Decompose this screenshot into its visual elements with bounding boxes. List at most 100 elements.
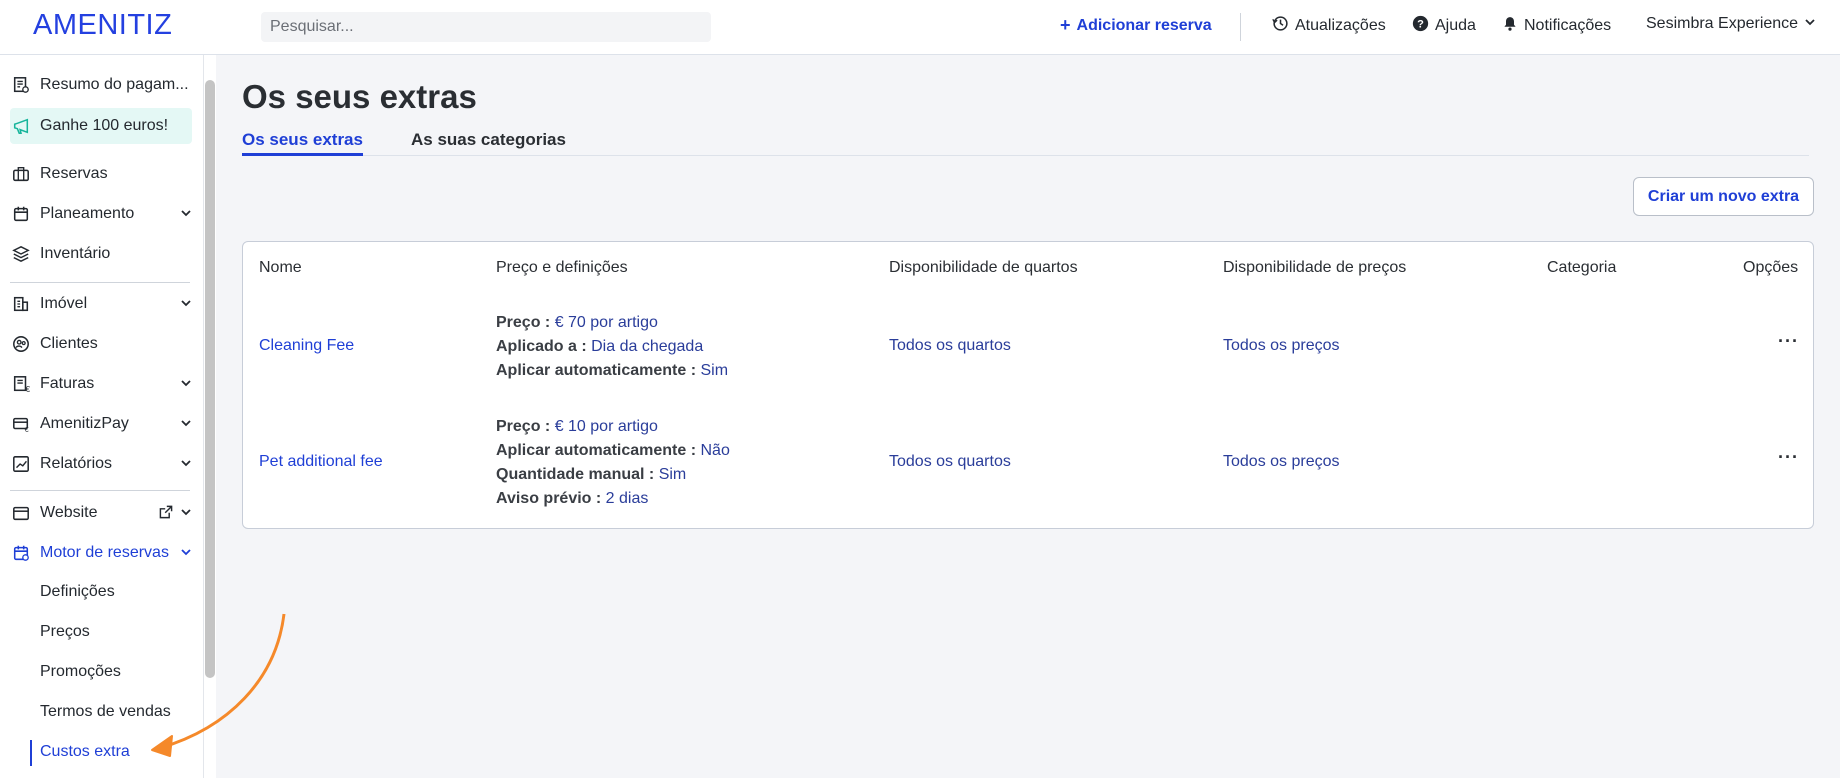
suitcase-icon (10, 165, 40, 183)
booking-engine-icon (10, 544, 40, 562)
chart-icon (10, 455, 40, 473)
room-availability: Todos os quartos (889, 337, 1011, 354)
sidebar-item-label: Imóvel (40, 295, 88, 312)
column-header-rates: Disponibilidade de preços (1223, 259, 1407, 276)
spec-line: Aviso prévio : 2 dias (496, 490, 649, 507)
spec-line: Aplicar automaticamente : Não (496, 442, 730, 459)
notifications-label: Notificações (1524, 17, 1612, 34)
updates-button[interactable]: Atualizações (1272, 15, 1386, 37)
sidebar-subitem-extra-costs[interactable]: Custos extra (40, 743, 130, 761)
sidebar-item-label: AmenitizPay (40, 415, 129, 432)
chevron-down-icon (180, 505, 192, 523)
chevron-down-icon (180, 206, 192, 224)
active-tab-indicator (242, 153, 363, 156)
sidebar-item-booking-engine[interactable]: Motor de reservas (10, 535, 192, 571)
more-options-icon[interactable]: ··· (1778, 447, 1799, 468)
spec-line: Quantidade manual : Sim (496, 466, 687, 483)
add-booking-button[interactable]: + Adicionar reserva (1060, 15, 1212, 36)
sidebar-item-clients[interactable]: Clientes (10, 326, 192, 362)
sidebar-item-property[interactable]: Imóvel (10, 286, 192, 322)
help-icon: ? (1412, 15, 1429, 37)
sidebar-item-label: Motor de reservas (40, 544, 169, 561)
brand-logo[interactable]: AMENITIZ (33, 9, 172, 42)
receipt-icon (10, 76, 40, 94)
sidebar-divider (10, 490, 190, 491)
sidebar-item-reports[interactable]: Relatórios (10, 446, 192, 482)
svg-text:€: € (25, 425, 29, 433)
sidebar-subitem-terms[interactable]: Termos de vendas (40, 703, 171, 721)
chevron-down-icon (180, 456, 192, 474)
extras-table (242, 241, 1814, 529)
chevron-down-icon (1804, 15, 1816, 33)
sidebar-item-label: Resumo do pagam... (40, 76, 189, 93)
sidebar-item-referral[interactable]: Ganhe 100 euros! (10, 108, 192, 144)
sidebar-divider (10, 282, 190, 283)
rate-availability: Todos os preços (1223, 337, 1340, 354)
sidebar-subitem-promotions[interactable]: Promoções (40, 663, 121, 681)
header-divider (1240, 13, 1241, 41)
column-header-category: Categoria (1547, 259, 1617, 276)
add-booking-label: Adicionar reserva (1076, 16, 1212, 34)
sidebar-item-label: Inventário (40, 245, 111, 262)
sidebar-item-bookings[interactable]: Reservas (10, 156, 192, 192)
help-label: Ajuda (1435, 17, 1476, 34)
rate-availability: Todos os preços (1223, 453, 1340, 470)
sidebar-item-label: Clientes (40, 335, 98, 352)
sidebar-item-invoices[interactable]: € Faturas (10, 366, 192, 402)
sidebar-item-label: Reservas (40, 165, 108, 182)
updates-label: Atualizações (1295, 17, 1386, 34)
room-availability: Todos os quartos (889, 453, 1011, 470)
card-icon: € (10, 415, 40, 433)
notifications-button[interactable]: Notificações (1502, 15, 1611, 37)
search-input[interactable] (261, 12, 711, 42)
chevron-down-icon (180, 416, 192, 434)
spec-line: Preço : € 70 por artigo (496, 314, 658, 331)
sidebar-subitem-settings[interactable]: Definições (40, 583, 115, 601)
external-link-icon[interactable] (158, 504, 174, 525)
column-header-name: Nome (259, 259, 302, 276)
calendar-icon (10, 205, 40, 223)
sidebar-item-payments[interactable]: Resumo do pagam... (10, 67, 192, 103)
chevron-down-icon (180, 296, 192, 314)
sidebar-item-label: Faturas (40, 375, 95, 392)
column-header-options: Opções (1743, 259, 1799, 276)
sidebar-item-label: Relatórios (40, 455, 113, 472)
tab-your-extras[interactable]: Os seus extras (242, 130, 363, 150)
extra-name-link[interactable]: Cleaning Fee (259, 337, 354, 355)
sidebar-item-website[interactable]: Website (10, 495, 192, 531)
tabs-baseline (242, 155, 1809, 156)
sidebar-subitem-prices[interactable]: Preços (40, 623, 90, 641)
sidebar-item-inventory[interactable]: Inventário (10, 236, 192, 272)
page-title: Os seus extras (242, 78, 477, 115)
invoice-icon: € (10, 375, 40, 393)
more-options-icon[interactable]: ··· (1778, 331, 1799, 352)
price-settings: Preço : € 70 por artigo Aplicado a : Dia… (496, 311, 728, 383)
column-header-rooms: Disponibilidade de quartos (889, 259, 1078, 276)
account-menu[interactable]: Sesimbra Experience (1646, 15, 1816, 33)
active-indicator (30, 740, 32, 766)
svg-text:?: ? (1417, 18, 1424, 30)
extra-name-link[interactable]: Pet additional fee (259, 453, 383, 471)
sidebar-scrollbar[interactable] (205, 80, 215, 678)
history-icon (1272, 15, 1289, 37)
sidebar-item-planning[interactable]: Planeamento (10, 196, 192, 232)
create-extra-button[interactable]: Criar um novo extra (1633, 177, 1814, 216)
sidebar-item-label: Ganhe 100 euros! (40, 117, 169, 134)
price-settings: Preço : € 10 por artigo Aplicar automati… (496, 415, 730, 511)
spec-line: Aplicado a : Dia da chegada (496, 338, 704, 355)
help-button[interactable]: ? Ajuda (1412, 15, 1476, 37)
bell-icon (1502, 15, 1518, 37)
sidebar-item-label: Website (40, 504, 98, 521)
tab-your-categories[interactable]: As suas categorias (411, 130, 566, 150)
svg-text:€: € (26, 385, 31, 393)
chevron-down-icon (180, 376, 192, 394)
account-label: Sesimbra Experience (1646, 15, 1799, 32)
column-header-price: Preço e definições (496, 259, 628, 276)
sidebar-item-label: Planeamento (40, 205, 135, 222)
sidebar-item-amenitizpay[interactable]: € AmenitizPay (10, 406, 192, 442)
spec-line: Preço : € 10 por artigo (496, 418, 658, 435)
top-bar: AMENITIZ + Adicionar reserva Atualizaçõe… (0, 0, 1840, 55)
building-icon (10, 295, 40, 313)
layers-icon (10, 245, 40, 263)
megaphone-icon (10, 117, 40, 135)
